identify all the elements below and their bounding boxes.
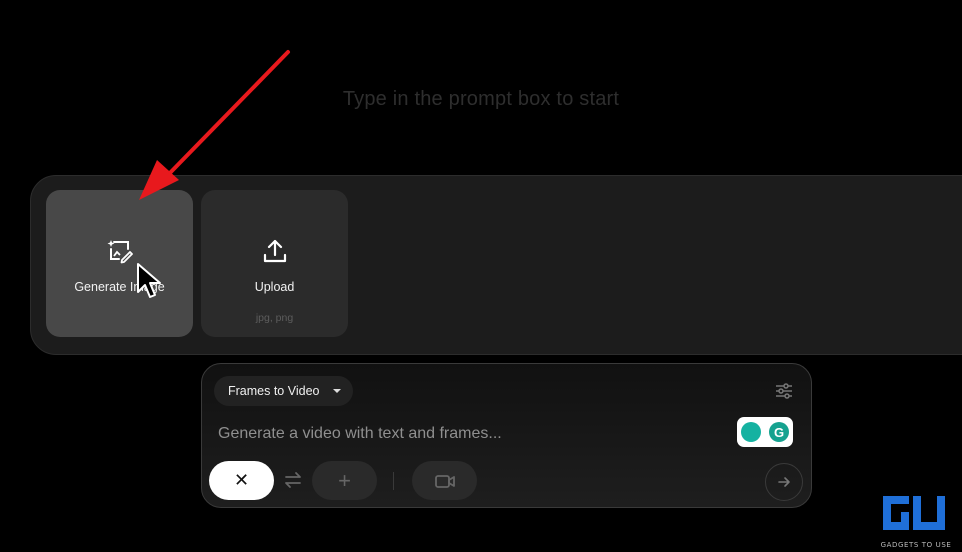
mouse-cursor-icon <box>137 263 161 298</box>
watermark-logo: GADGETS TO USE <box>879 492 953 549</box>
grammarly-icon[interactable]: G <box>769 422 789 442</box>
upload-formats: jpg, png <box>255 312 294 324</box>
image-sparkle-icon <box>107 240 133 264</box>
prompt-box: Frames to Video Generate a video with te… <box>201 363 812 508</box>
empty-state-hint: Type in the prompt box to start <box>342 88 620 110</box>
settings-sliders-icon[interactable] <box>775 382 793 400</box>
generate-image-card[interactable]: Generate Image <box>46 190 193 337</box>
prompt-input[interactable]: Generate a video with text and frames... <box>218 425 502 443</box>
send-button[interactable] <box>765 463 803 501</box>
close-icon: ✕ <box>233 470 250 490</box>
watermark-text: GADGETS TO USE <box>880 541 952 549</box>
arrow-right-icon <box>778 477 790 487</box>
chevron-down-icon <box>333 389 342 393</box>
camera-icon <box>434 474 455 488</box>
mode-dropdown[interactable]: Frames to Video <box>214 376 354 406</box>
plus-icon: + <box>338 467 351 493</box>
grammarly-bulb-icon[interactable] <box>741 422 761 442</box>
upload-icon <box>263 239 286 263</box>
grammarly-widget[interactable]: G <box>737 417 793 447</box>
gadgets-to-use-logo-icon <box>883 496 945 530</box>
upload-card[interactable]: Upload jpg, png <box>201 190 348 337</box>
divider <box>393 472 394 490</box>
add-frame-button[interactable]: + <box>312 461 377 500</box>
clear-button[interactable]: ✕ <box>209 461 274 500</box>
mode-label: Frames to Video <box>228 384 320 398</box>
upload-label: Upload <box>254 280 295 294</box>
camera-button[interactable] <box>412 461 477 500</box>
swap-icon[interactable] <box>282 470 304 490</box>
